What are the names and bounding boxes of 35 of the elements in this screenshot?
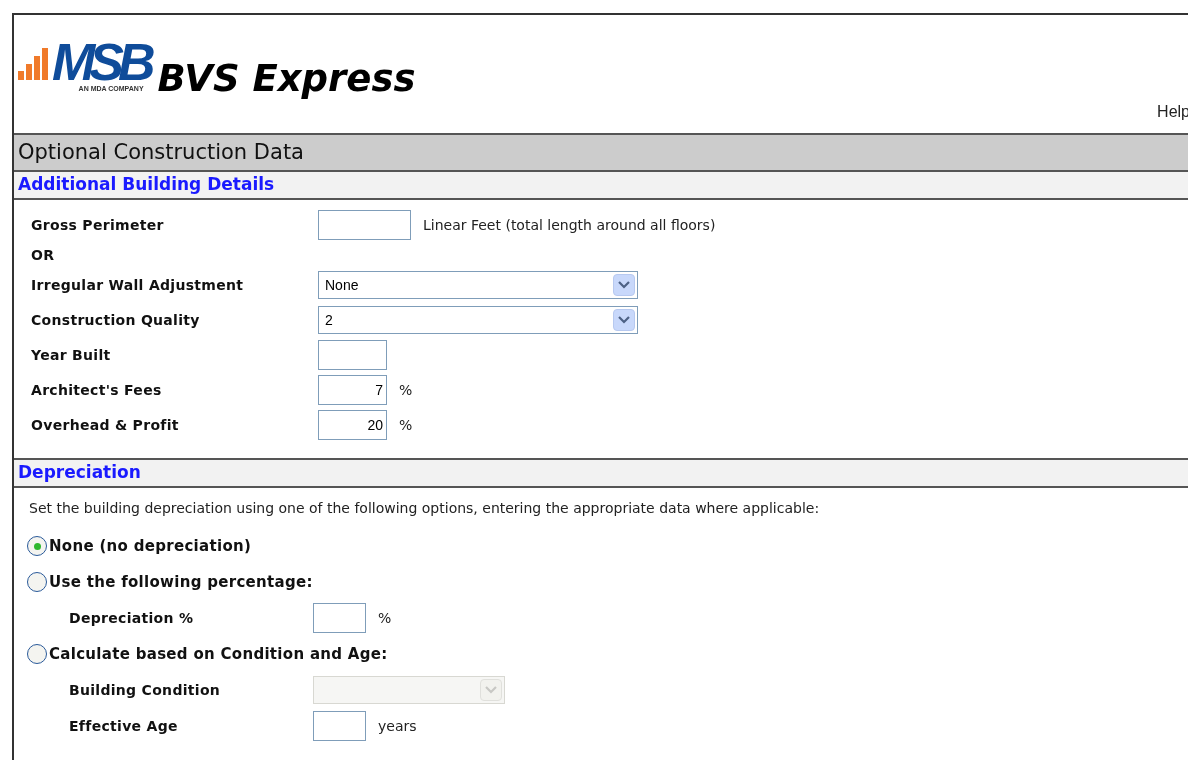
radio-button[interactable] xyxy=(27,572,47,592)
app-title: BVS Express xyxy=(157,56,416,102)
section-title: Depreciation xyxy=(18,461,141,485)
field-label: OR xyxy=(31,245,56,265)
radio-label: None (no depreciation) xyxy=(49,535,252,557)
input-field[interactable]: 7 xyxy=(318,375,387,405)
unit-label: years xyxy=(378,716,417,736)
input-field[interactable] xyxy=(318,340,387,370)
field-label: Year Built xyxy=(31,345,112,365)
dropdown[interactable]: 2 xyxy=(318,306,638,334)
field-label: Gross Perimeter xyxy=(31,215,165,235)
unit-label: Linear Feet (total length around all floors) xyxy=(423,215,716,235)
instruction-text: Set the building depreciation using one of the following options, entering the appropriate data where applicable: xyxy=(29,499,821,518)
field-label: Depreciation % xyxy=(69,608,195,628)
radio-button[interactable] xyxy=(27,644,47,664)
input-field[interactable] xyxy=(313,603,366,633)
section-title: Additional Building Details xyxy=(18,173,275,197)
input-field[interactable] xyxy=(313,711,366,741)
field-label: Overhead & Profit xyxy=(31,415,180,435)
input-field[interactable]: 20 xyxy=(318,410,387,440)
unit-label: % xyxy=(399,415,413,435)
page-title: Optional Construction Data xyxy=(18,138,304,166)
field-label: Building Condition xyxy=(69,680,222,700)
field-label: Construction Quality xyxy=(31,310,201,330)
dropdown[interactable]: None xyxy=(318,271,638,299)
unit-label: % xyxy=(399,380,413,400)
unit-label: % xyxy=(378,608,392,628)
field-label: Effective Age xyxy=(69,716,179,736)
radio-label: Use the following percentage: xyxy=(49,571,313,593)
radio-button[interactable] xyxy=(27,536,47,556)
radio-label: Calculate based on Condition and Age: xyxy=(49,643,388,665)
field-label: Irregular Wall Adjustment xyxy=(31,275,245,295)
logo-wordmark: MSB xyxy=(52,40,150,84)
field-label: Architect's Fees xyxy=(31,380,163,400)
input-field[interactable] xyxy=(318,210,411,240)
